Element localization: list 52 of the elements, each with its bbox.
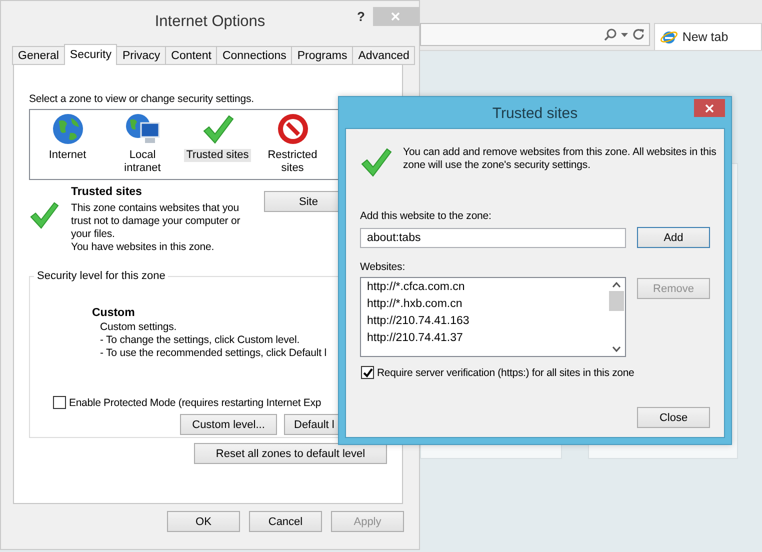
https-checkbox[interactable]: Require server verification (https:) for all sites in this zone — [361, 366, 724, 379]
window-title: Internet Options — [154, 12, 266, 31]
zone-item[interactable]: Trusted sites — [184, 149, 251, 162]
tab[interactable]: Security — [64, 44, 118, 65]
browser-tab[interactable]: New tab — [654, 23, 762, 50]
websites-label: Websites: — [360, 261, 406, 274]
website-item[interactable]: http://210.74.41.37 — [367, 332, 608, 345]
add-button[interactable]: Add — [637, 227, 710, 248]
close-button[interactable]: Close — [637, 407, 710, 428]
level-detail: - To use the recommended settings, click Default l — [100, 347, 328, 360]
close-icon — [705, 104, 714, 112]
zone-prompt: Select a zone to view or change security settings. — [29, 93, 255, 106]
no-entry-icon — [276, 113, 308, 145]
scroll-down-icon[interactable] — [612, 346, 621, 352]
website-item[interactable]: http://*.hxb.com.cn — [367, 298, 608, 311]
browser-logo-icon — [660, 29, 678, 45]
close-icon — [391, 12, 400, 21]
zone-title: Trusted sites — [71, 186, 143, 198]
reset-zones-button[interactable]: Reset all zones to default level — [194, 443, 387, 464]
dialog-title: Trusted sites — [491, 104, 579, 122]
help-button[interactable]: ? — [357, 7, 365, 24]
check-mark-icon — [202, 113, 234, 145]
globe-icon — [52, 113, 84, 145]
dialog-button[interactable]: Cancel — [249, 511, 322, 532]
scroll-up-icon[interactable] — [612, 282, 621, 288]
intro-text: You can add and remove websites from this zone. All websites in this zone will use the zone's security settings. — [403, 146, 717, 173]
tab[interactable]: Advanced — [352, 46, 416, 65]
group-title: Security level for this zone — [36, 270, 166, 282]
dropdown-caret-icon[interactable] — [621, 32, 628, 36]
zone-status: You have websites in this zone. — [71, 241, 216, 254]
close-button[interactable] — [694, 99, 725, 117]
website-item[interactable]: http://210.74.41.163 — [367, 315, 608, 328]
zone-item[interactable]: Internet — [46, 149, 88, 162]
scroll-thumb[interactable] — [609, 291, 624, 311]
level-name: Custom — [92, 307, 136, 319]
checkmark-icon — [362, 368, 372, 378]
add-site-label: Add this website to the zone: — [360, 210, 492, 223]
custom-level-button[interactable]: Custom level... — [180, 414, 277, 435]
tab[interactable]: General — [12, 46, 65, 65]
refresh-icon[interactable] — [632, 28, 646, 41]
protected-mode-checkbox[interactable]: Enable Protected Mode (requires restarting Internet Exp — [53, 396, 408, 409]
website-item[interactable]: http://*.cfca.com.cn — [367, 281, 608, 294]
check-mark-icon — [29, 200, 59, 230]
dialog-button[interactable]: OK — [167, 511, 240, 532]
website-input[interactable]: about:tabs — [360, 228, 626, 248]
zone-item[interactable]: Restricted sites — [258, 149, 328, 175]
search-icon[interactable] — [604, 28, 618, 41]
websites-list[interactable]: http://*.cfca.com.cn http://*.hxb.com.cn http://210.74.41.163 http://210.74.41.37 — [360, 277, 626, 357]
globe-with-monitor-icon — [124, 113, 160, 145]
zone-item[interactable]: Local intranet — [108, 149, 178, 175]
zone-description: This zone contains websites that you trust not to damage your computer or your files. — [71, 202, 242, 241]
check-mark-icon — [360, 146, 392, 178]
